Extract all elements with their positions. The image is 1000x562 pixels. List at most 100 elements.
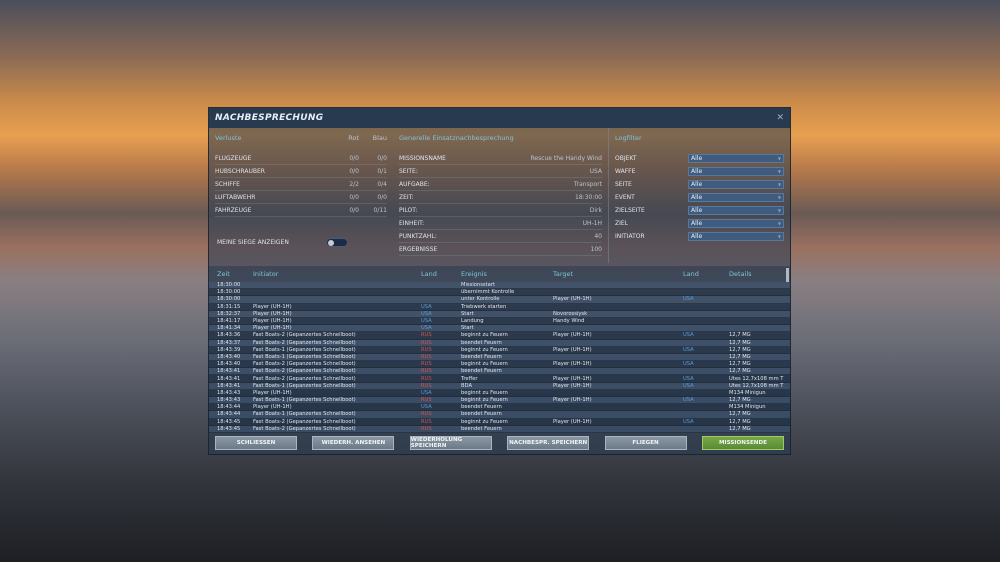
table-row[interactable]: 18:43:37 Fast Boats-2 (Gepanzertes Schnel… <box>209 339 790 347</box>
table-cell: Player (UH-1H) <box>253 325 292 332</box>
losses-header: Verluste <box>215 134 242 142</box>
table-cell: M134 Minigun <box>729 404 766 411</box>
table-cell: 18:43:40 <box>217 361 241 368</box>
watch-replay-button[interactable]: WIEDERH. ANSEHEN <box>312 436 395 450</box>
table-cell: beginnt zu Feuern <box>461 361 508 368</box>
table-row[interactable]: 18:41:17 Player (UH-1H) USA Landung Handy Wi… <box>209 317 790 326</box>
table-cell: Fast Boats-2 (Gepanzertes Schnellboot) <box>253 418 356 425</box>
general-panel: Generelle Einsatznachbesprechung MISSION… <box>393 128 609 263</box>
filter-row: OBJEKT Alle ▼ <box>615 152 784 165</box>
table-cell: beendet Feuern <box>461 353 502 360</box>
save-replay-button[interactable]: WIEDERHOLUNG SPEICHERN <box>409 436 492 450</box>
table-row[interactable]: 18:43:44 Player (UH-1H) USA beendet Feuern M… <box>209 404 790 412</box>
filter-dropdown[interactable]: Alle ▼ <box>688 219 784 228</box>
column-header[interactable]: Initiator <box>249 270 421 278</box>
column-header[interactable]: Details <box>729 270 790 278</box>
loss-blue: 0/11 <box>373 206 387 214</box>
table-row[interactable]: 18:30:00 unter Kontrolle Player (UH-1H) USA <box>209 296 790 304</box>
table-cell: 18:41:34 <box>217 325 241 332</box>
table-row[interactable]: 18:30:00 übernimmt Kontrolle <box>209 289 790 297</box>
table-row[interactable]: 18:41:34 Player (UH-1H) USA Start <box>209 325 790 333</box>
filter-value: Alle <box>691 233 703 240</box>
filter-dropdown[interactable]: Alle ▼ <box>688 180 784 189</box>
table-row[interactable]: 18:43:43 Player (UH-1H) USA beginnt zu Feue… <box>209 389 790 397</box>
table-cell: 12,7 MG <box>729 346 751 353</box>
end-mission-button[interactable]: MISSIONSENDE <box>701 436 784 450</box>
filter-dropdown[interactable]: Alle ▼ <box>688 167 784 176</box>
show-kills-toggle[interactable] <box>326 238 348 247</box>
table-row[interactable]: 18:43:39 Fast Boats-1 (Gepanzertes Schnel… <box>209 346 790 354</box>
table-cell: 12,7 MG <box>729 353 751 360</box>
table-row[interactable]: 18:31:15 Player (UH-1H) USA Triebwerk start… <box>209 303 790 311</box>
table-cell: USA <box>683 332 694 339</box>
column-header[interactable]: Zeit <box>209 270 249 278</box>
filter-value: Alle <box>691 181 703 188</box>
loss-red: 2/2 <box>349 180 359 188</box>
loss-blue: 0/0 <box>377 193 387 201</box>
filter-dropdown[interactable]: Alle ▼ <box>688 206 784 215</box>
table-cell: Player (UH-1H) <box>553 375 592 382</box>
table-cell: RUS <box>421 368 432 375</box>
loss-label: LUFTABWEHR <box>215 193 256 201</box>
table-cell: USA <box>683 296 694 303</box>
table-cell: 12,7 MG <box>729 418 751 425</box>
info-row: AUFGABE: Transport <box>399 178 602 191</box>
column-header[interactable]: Ereignis <box>461 270 553 278</box>
column-header[interactable]: Target <box>553 270 683 278</box>
table-cell: Player (UH-1H) <box>553 332 592 339</box>
chevron-down-icon: ▼ <box>777 182 781 187</box>
table-cell: USA <box>683 375 694 382</box>
table-cell: Missionsstart <box>461 282 496 289</box>
loss-blue: 0/4 <box>377 180 387 188</box>
table-row[interactable]: 18:43:40 Fast Boats-1 (Gepanzertes Schnel… <box>209 353 790 362</box>
info-row: ZEIT: 18:30:00 <box>399 191 602 204</box>
table-row[interactable]: 18:43:44 Fast Boats-1 (Gepanzertes Schnel… <box>209 411 790 419</box>
loss-row: HUBSCHRAUBER 0/0 0/1 <box>215 165 387 178</box>
table-row[interactable]: 18:43:45 Fast Boats-2 (Gepanzertes Schnel… <box>209 425 790 433</box>
info-row: PILOT: Dirk <box>399 204 602 217</box>
table-cell: RUS <box>421 382 432 389</box>
column-header[interactable]: Land <box>683 270 729 278</box>
close-button[interactable]: SCHLIESSEN <box>215 436 297 450</box>
filter-label: OBJEKT <box>615 155 637 162</box>
column-header[interactable]: Land <box>421 270 461 278</box>
table-row[interactable]: 18:43:43 Fast Boats-1 (Gepanzertes Schnel… <box>209 397 790 405</box>
filter-label: WAFFE <box>615 168 636 175</box>
scrollbar[interactable] <box>786 268 789 282</box>
info-value: Dirk <box>589 206 602 214</box>
table-cell: Fast Boats-1 (Gepanzertes Schnellboot) <box>253 382 356 389</box>
filter-dropdown[interactable]: Alle ▼ <box>688 154 784 163</box>
table-cell: USA <box>683 346 694 353</box>
filter-dropdown[interactable]: Alle ▼ <box>688 232 784 241</box>
info-row: MISSIONSNAME Rescue the Handy Wind <box>399 152 602 165</box>
table-cell: 18:43:45 <box>217 425 241 432</box>
fly-button[interactable]: FLIEGEN <box>604 436 687 450</box>
table-cell: beendet Feuern <box>461 411 502 418</box>
table-cell: 18:43:45 <box>217 418 241 425</box>
close-icon[interactable]: ✕ <box>776 113 784 123</box>
table-row[interactable]: 18:43:41 Fast Boats-2 (Gepanzertes Schnel… <box>209 375 790 383</box>
chevron-down-icon: ▼ <box>777 221 781 226</box>
table-cell: USA <box>683 418 694 425</box>
loss-row: LUFTABWEHR 0/0 0/0 <box>215 191 387 204</box>
table-cell: Utes 12,7x108 mm T <box>729 375 784 382</box>
filter-dropdown[interactable]: Alle ▼ <box>688 193 784 202</box>
table-row[interactable]: 18:32:37 Player (UH-1H) USA Start Novorossiy… <box>209 310 790 318</box>
table-row[interactable]: 18:30:00 Missionsstart <box>209 282 790 290</box>
table-cell: RUS <box>421 361 432 368</box>
table-row[interactable]: 18:43:41 Fast Boats-2 (Gepanzertes Schnel… <box>209 368 790 376</box>
loss-red: 0/0 <box>349 206 359 214</box>
table-cell: USA <box>421 310 432 317</box>
save-debrief-button[interactable]: NACHBESPR. SPEICHERN <box>507 436 590 450</box>
table-row[interactable]: 18:43:36 Fast Boats-2 (Gepanzertes Schnel… <box>209 332 790 340</box>
table-cell: 12,7 MG <box>729 425 751 432</box>
table-cell: 18:43:36 <box>217 332 241 339</box>
table-row[interactable]: 18:43:41 Fast Boats-1 (Gepanzertes Schnel… <box>209 382 790 390</box>
table-row[interactable]: 18:43:40 Fast Boats-2 (Gepanzertes Schnel… <box>209 361 790 369</box>
loss-row: FAHRZEUGE 0/0 0/11 <box>215 204 387 217</box>
dialog-header: NACHBESPRECHUNG ✕ <box>209 108 790 128</box>
table-row[interactable]: 18:43:45 Fast Boats-2 (Gepanzertes Schnel… <box>209 418 790 426</box>
table-cell: Fast Boats-2 (Gepanzertes Schnellboot) <box>253 339 356 346</box>
filter-row: ZIELSEITE Alle ▼ <box>615 204 784 217</box>
table-cell: beendet Feuern <box>461 339 502 346</box>
